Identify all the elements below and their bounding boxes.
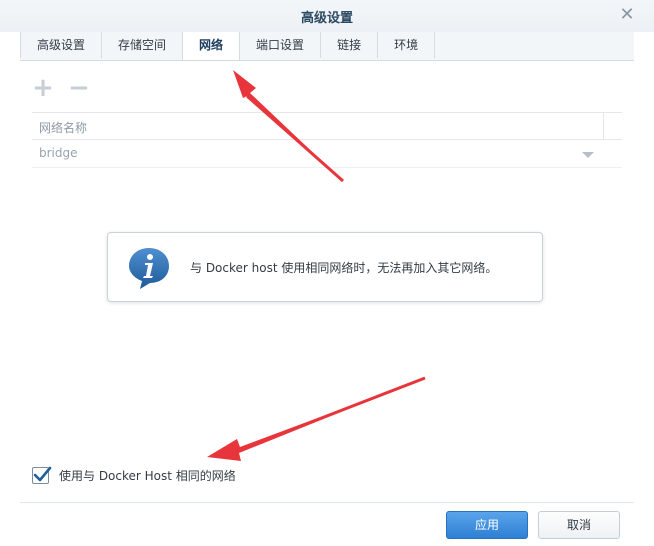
- table-row[interactable]: bridge: [32, 141, 622, 168]
- cancel-button[interactable]: 取消: [538, 511, 620, 539]
- network-toolbar: + −: [32, 75, 90, 102]
- chevron-down-icon[interactable]: [582, 152, 594, 158]
- info-message: 与 Docker host 使用相同网络时，无法再加入其它网络。: [190, 261, 498, 275]
- info-tooltip: 与 Docker host 使用相同网络时，无法再加入其它网络。: [107, 232, 543, 302]
- tab-bar: 高级设置 存储空间 网络 端口设置 链接 环境: [20, 32, 634, 60]
- footer-divider: [20, 502, 634, 503]
- tab-environment[interactable]: 环境: [377, 32, 436, 58]
- host-network-option[interactable]: 使用与 Docker Host 相同的网络: [32, 465, 236, 485]
- column-separator: [603, 113, 604, 140]
- host-network-checkbox[interactable]: [32, 466, 52, 484]
- checkmark-icon: [33, 466, 52, 481]
- network-name-cell: bridge: [39, 146, 78, 160]
- network-grid-header: 网络名称: [32, 112, 622, 140]
- minus-icon[interactable]: −: [68, 75, 90, 102]
- column-network-name: 网络名称: [39, 121, 88, 135]
- tab-advanced-settings[interactable]: 高级设置: [20, 32, 103, 58]
- advanced-settings-window: 高级设置 ✕ 高级设置 存储空间 网络 端口设置 链接 环境 + − 网络名称 …: [0, 0, 654, 546]
- info-icon: [129, 248, 169, 289]
- tabs-divider: [20, 60, 634, 61]
- tab-storage[interactable]: 存储空间: [101, 32, 184, 58]
- host-network-label: 使用与 Docker Host 相同的网络: [59, 468, 236, 483]
- tab-port-settings[interactable]: 端口设置: [239, 32, 322, 58]
- window-title: 高级设置: [300, 11, 353, 26]
- arrow-to-checkbox: [207, 376, 426, 461]
- tab-network[interactable]: 网络: [182, 32, 241, 60]
- title-bar: 高级设置 ✕: [0, 0, 654, 32]
- close-icon[interactable]: ✕: [618, 6, 636, 24]
- tab-links[interactable]: 链接: [320, 32, 379, 58]
- plus-icon[interactable]: +: [32, 75, 54, 102]
- apply-button[interactable]: 应用: [446, 511, 528, 539]
